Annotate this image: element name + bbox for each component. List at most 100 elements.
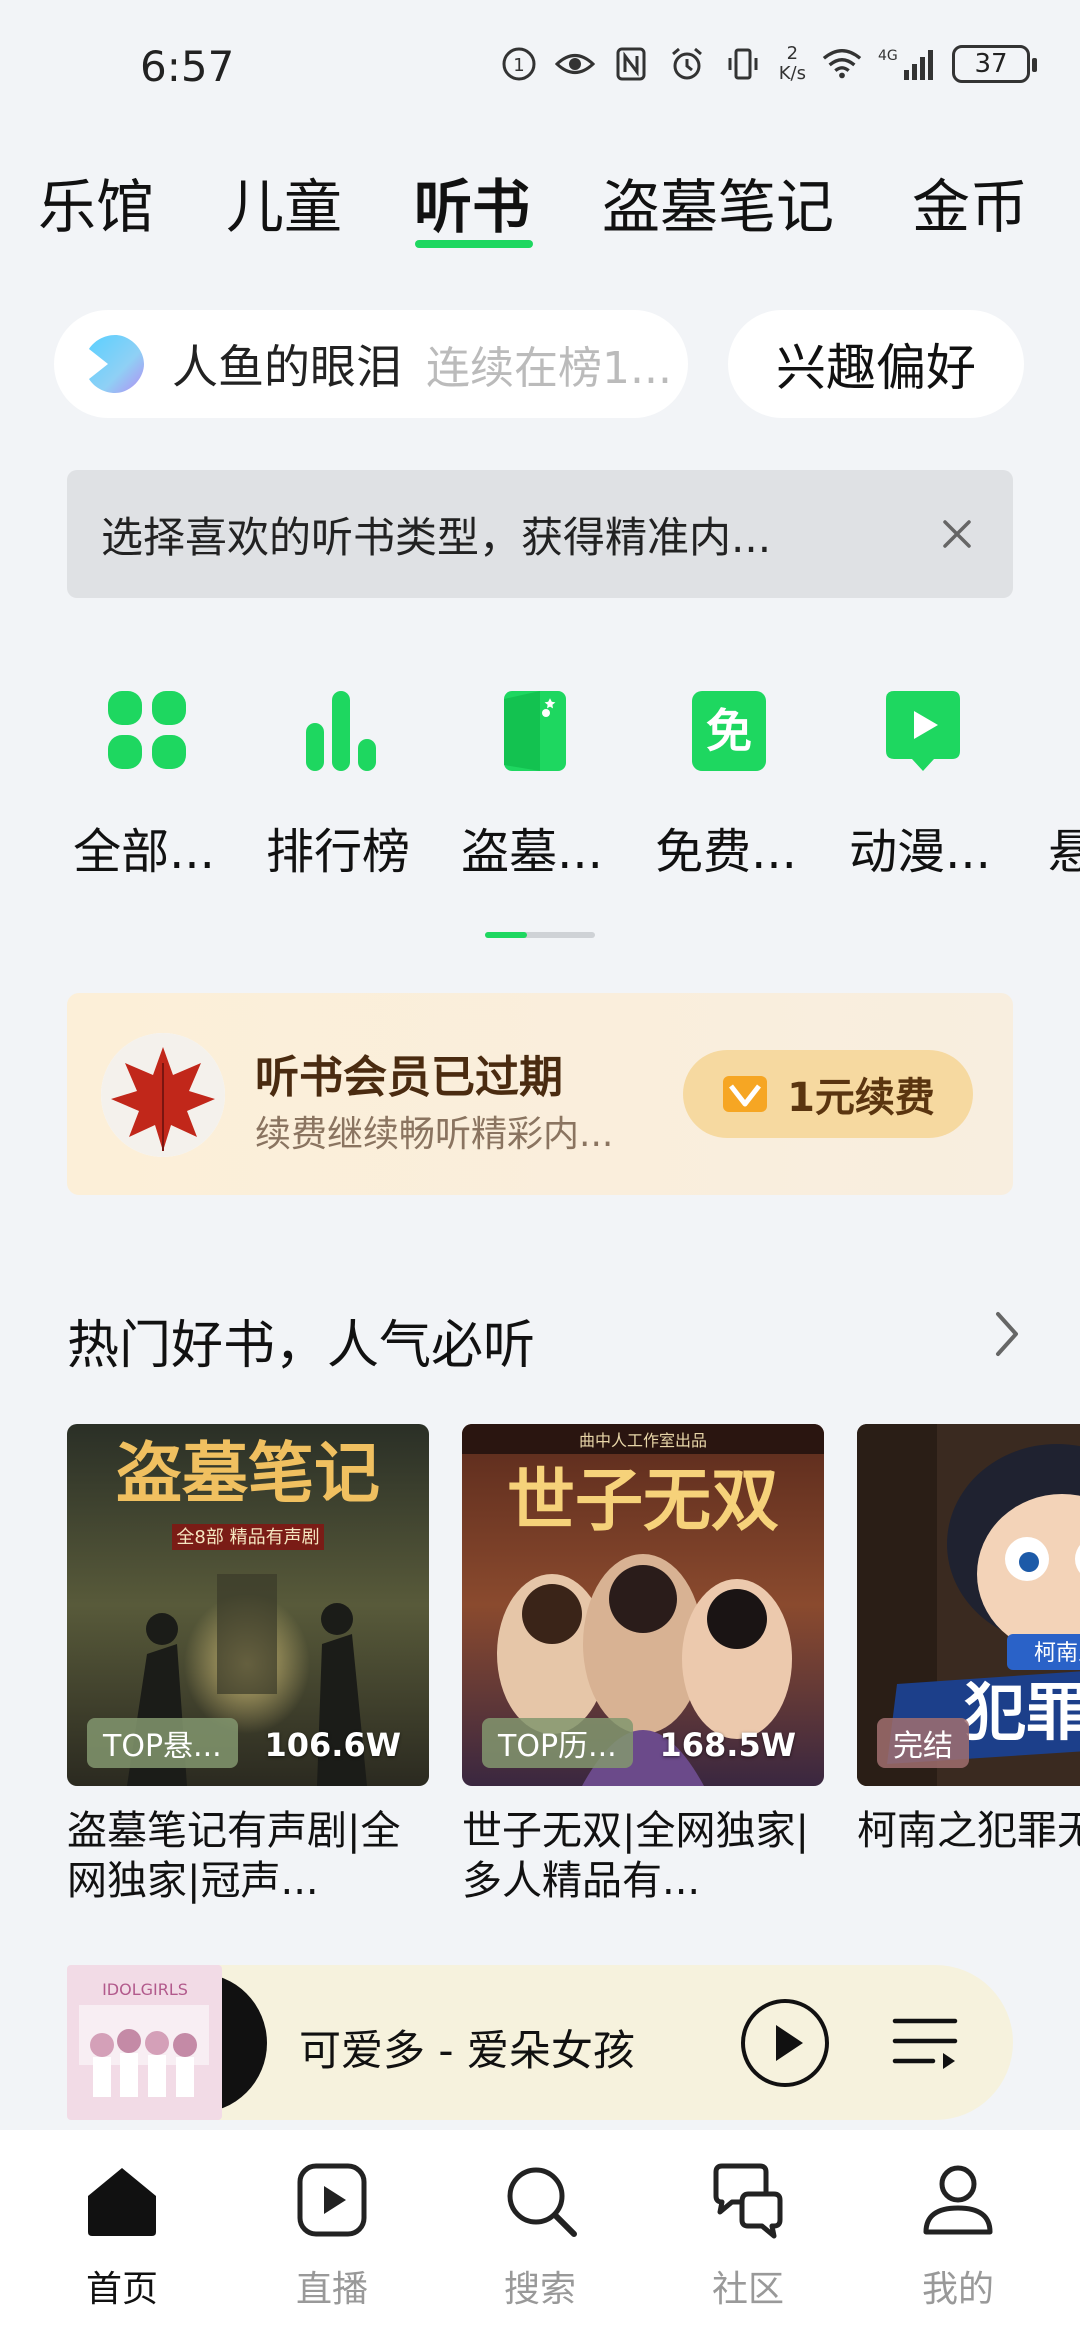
vip-avatar xyxy=(101,1033,225,1157)
svg-text:IDOLGIRLS: IDOLGIRLS xyxy=(102,1980,188,1999)
cover-subtitle: 全8部 精品有声剧 xyxy=(176,1527,319,1548)
category-ranking[interactable]: 排行榜 xyxy=(252,680,422,880)
interest-preference-button[interactable]: 兴趣偏好 xyxy=(728,310,1024,418)
cover-subtitle: 曲中人工作室出品 xyxy=(579,1431,707,1450)
svg-text:1: 1 xyxy=(513,55,524,76)
tab-kids[interactable]: 儿童 xyxy=(226,160,342,244)
book-card[interactable]: 曲中人工作室出品 世子无双 TOP历... 168.5W 世子无双|全网独家|多… xyxy=(462,1424,824,1906)
app-logo-icon xyxy=(89,335,144,393)
book-tag: TOP历... xyxy=(482,1718,633,1768)
partial-icon xyxy=(1064,685,1080,775)
home-icon xyxy=(88,2168,156,2236)
search-bar[interactable]: 人鱼的眼泪 连续在榜1... xyxy=(54,310,688,418)
vibrate-icon xyxy=(723,44,763,84)
category-anime[interactable]: 动漫... xyxy=(834,680,1004,880)
search-hint: 连续在榜1... xyxy=(426,343,672,394)
vip-expired-card[interactable]: 听书会员已过期 续费继续畅听精彩内... 1元续费 xyxy=(67,993,1013,1195)
book-play-count: 168.5W xyxy=(659,1726,796,1764)
notification-icon: 1 xyxy=(499,44,539,84)
eye-icon xyxy=(554,44,595,84)
hot-books-title: 热门好书，人气必听 xyxy=(67,1316,536,1376)
book-title: 盗墓笔记有声剧|全网独家|冠声... xyxy=(67,1808,401,1904)
book-title: 世子无双|全网独家|多人精品有... xyxy=(462,1808,809,1904)
category-label: 盗墓... xyxy=(461,824,603,880)
maple-leaf-icon xyxy=(101,1033,225,1157)
bar-chart-icon xyxy=(306,691,376,771)
search-icon xyxy=(507,2167,577,2237)
chevron-right-icon[interactable] xyxy=(982,1306,1030,1362)
nav-search[interactable]: 搜索 xyxy=(460,2160,620,2310)
nav-live[interactable]: 直播 xyxy=(252,2160,412,2310)
category-row: 全部... 排行榜 盗墓... 免 免费... 动漫... 悬 xyxy=(0,680,1080,880)
nav-community[interactable]: 社区 xyxy=(668,2160,828,2310)
mini-player[interactable]: IDOLGIRLS 可爱多 - 爱朵女孩 xyxy=(67,1965,1013,2120)
cover-title: 盗墓笔记 xyxy=(116,1434,380,1512)
category-free[interactable]: 免 免费... xyxy=(640,680,810,880)
tab-coins[interactable]: 金币 xyxy=(912,160,1028,244)
svg-text:免: 免 xyxy=(706,704,752,758)
signal-icon: 4G xyxy=(878,44,936,84)
vip-renew-label: 1元续费 xyxy=(787,1075,935,1121)
book-tag: TOP悬... xyxy=(87,1718,238,1768)
nav-label: 社区 xyxy=(711,2269,784,2310)
nav-label: 首页 xyxy=(85,2269,158,2310)
vip-title: 听书会员已过期 xyxy=(255,1052,563,1103)
live-icon xyxy=(297,2163,367,2237)
book-play-count: 106.6W xyxy=(264,1726,401,1764)
play-icon[interactable] xyxy=(739,1997,831,2089)
book-cover: 全8部 精品有声剧 盗墓笔记 TOP悬... 106.6W xyxy=(67,1424,429,1786)
cover-subtitle: 柯南之 xyxy=(1034,1641,1080,1666)
net-speed: 2 K/s xyxy=(779,44,806,84)
preference-notice[interactable]: 选择喜欢的听书类型，获得精准内... xyxy=(67,470,1013,598)
cover-title: 世子无双 xyxy=(507,1461,779,1541)
cover-title: 犯罪无 xyxy=(964,1676,1080,1749)
nav-home[interactable]: 首页 xyxy=(42,2160,202,2310)
video-icon xyxy=(886,691,960,771)
bottom-navigation: 首页 直播 搜索 社区 我的 xyxy=(0,2130,1080,2340)
category-label: 悬 xyxy=(1048,824,1080,880)
category-scroll-thumb xyxy=(485,932,527,938)
notice-text: 选择喜欢的听书类型，获得精准内... xyxy=(101,512,772,562)
top-tabs: 乐馆 儿童 听书 盗墓笔记 金币 xyxy=(0,150,1080,260)
status-time: 6:57 xyxy=(140,42,235,91)
vip-subtitle: 续费继续畅听精彩内... xyxy=(255,1114,614,1155)
now-playing-song: 可爱多 - 爱朵女孩 xyxy=(299,2026,635,2075)
category-label: 动漫... xyxy=(849,824,991,880)
vip-renew-button[interactable]: 1元续费 xyxy=(683,1050,973,1138)
book-cover: 犯罪无 柯南之 完结 xyxy=(857,1424,1080,1786)
active-tab-underline xyxy=(415,240,533,248)
book-card[interactable]: 全8部 精品有声剧 盗墓笔记 TOP悬... 106.6W 盗墓笔记有声剧|全网… xyxy=(67,1424,429,1906)
close-icon[interactable] xyxy=(931,508,983,560)
category-daomu[interactable]: 盗墓... xyxy=(446,680,616,880)
network-type: 4G xyxy=(878,48,898,64)
nav-label: 直播 xyxy=(295,2269,368,2310)
grid-icon xyxy=(108,691,186,769)
category-label: 免费... xyxy=(655,824,797,880)
nfc-icon xyxy=(611,44,651,84)
book-title: 柯南之犯罪无 xyxy=(857,1808,1080,1854)
community-icon xyxy=(713,2163,783,2239)
free-icon: 免 xyxy=(692,691,766,771)
category-suspense[interactable]: 悬 xyxy=(1028,680,1080,880)
status-bar: 6:57 1 2 K/s 4G 37 xyxy=(0,0,1080,140)
playlist-icon[interactable] xyxy=(889,2007,961,2079)
tab-daomu-biji[interactable]: 盗墓笔记 xyxy=(602,160,834,244)
door-icon xyxy=(504,691,566,771)
book-card[interactable]: 犯罪无 柯南之 完结 柯南之犯罪无 xyxy=(857,1424,1080,1856)
book-cover: 曲中人工作室出品 世子无双 TOP历... 168.5W xyxy=(462,1424,824,1786)
vip-badge-icon xyxy=(723,1076,768,1112)
tab-music-hall[interactable]: 乐馆 xyxy=(38,160,154,244)
book-tag: 完结 xyxy=(877,1718,969,1768)
hot-books-list: 全8部 精品有声剧 盗墓笔记 TOP悬... 106.6W 盗墓笔记有声剧|全网… xyxy=(0,1424,1080,1924)
net-speed-unit: K/s xyxy=(778,63,806,84)
battery-indicator: 37 xyxy=(952,45,1037,83)
nav-profile[interactable]: 我的 xyxy=(878,2160,1038,2310)
alarm-icon xyxy=(667,44,707,84)
status-icons: 1 2 K/s 4G 37 xyxy=(499,44,1037,84)
tab-audiobooks[interactable]: 听书 xyxy=(414,160,530,244)
album-art: IDOLGIRLS xyxy=(67,1965,267,2120)
profile-icon xyxy=(923,2165,993,2235)
nav-label: 我的 xyxy=(921,2269,994,2310)
net-speed-value: 2 xyxy=(786,43,799,64)
category-all[interactable]: 全部... xyxy=(58,680,228,880)
